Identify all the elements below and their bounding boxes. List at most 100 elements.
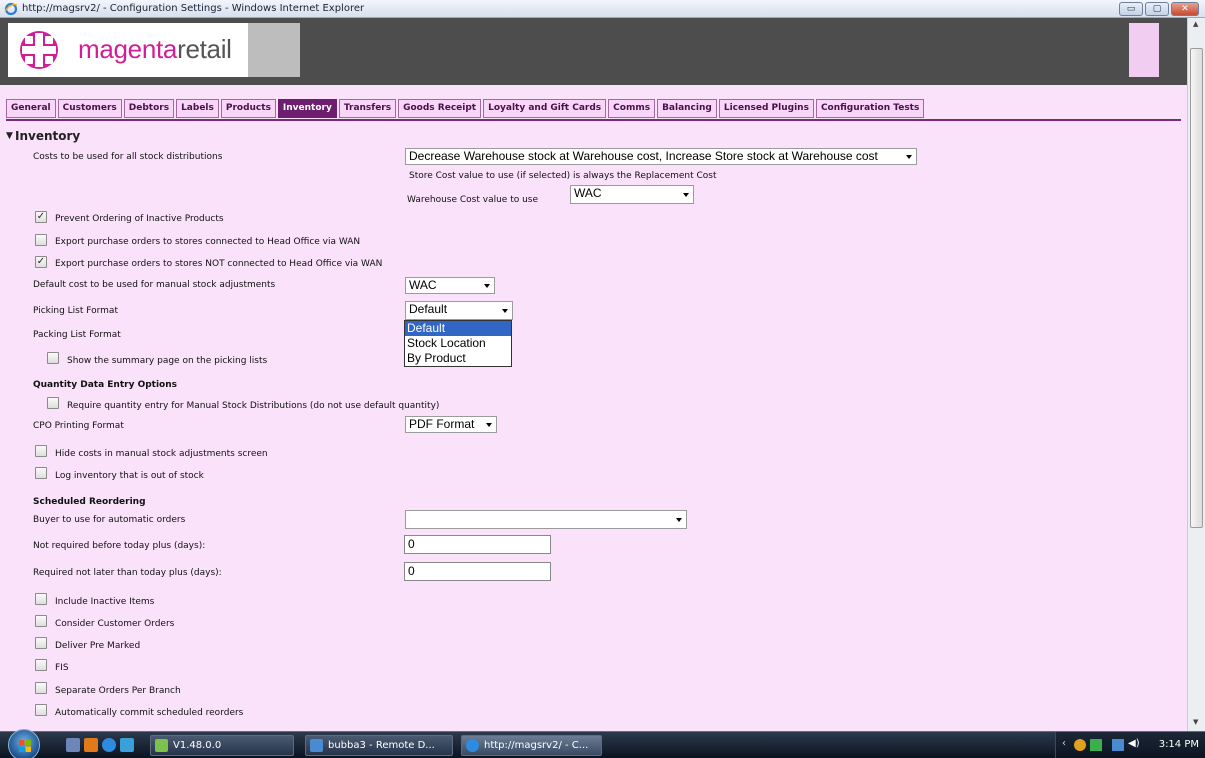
- log-inventory-checkbox[interactable]: [35, 467, 47, 479]
- window-titlebar: http://magsrv2/ - Configuration Settings…: [0, 0, 1205, 18]
- export-not-wan-checkbox[interactable]: ✓: [35, 256, 47, 268]
- prevent-ordering-label: Prevent Ordering of Inactive Products: [55, 214, 224, 224]
- banner-gray-block: [248, 23, 300, 77]
- default-cost-select[interactable]: WAC: [405, 277, 495, 294]
- show-summary-label: Show the summary page on the picking lis…: [67, 356, 268, 366]
- export-not-wan-label: Export purchase orders to stores NOT con…: [55, 259, 383, 269]
- app-icon: [155, 739, 168, 752]
- default-cost-value: WAC: [409, 278, 437, 292]
- chevron-down-icon: [683, 193, 689, 197]
- warehouse-cost-select[interactable]: WAC: [570, 185, 694, 204]
- not-required-days-input[interactable]: 0: [404, 535, 551, 554]
- hide-costs-label: Hide costs in manual stock adjustments s…: [55, 449, 268, 459]
- taskbar-item-label: V1.48.0.0: [173, 740, 222, 751]
- deliver-pre-marked-checkbox[interactable]: [35, 637, 47, 649]
- show-desktop-icon[interactable]: [66, 738, 80, 752]
- tab-products[interactable]: Products: [220, 99, 276, 118]
- scroll-down-arrow-icon[interactable]: ▼: [1193, 718, 1198, 726]
- scheduled-reordering-heading: Scheduled Reordering: [33, 497, 146, 507]
- maximize-button[interactable]: ▢: [1145, 2, 1169, 16]
- include-inactive-label: Include Inactive Items: [55, 597, 155, 607]
- switch-windows-icon[interactable]: [120, 738, 134, 752]
- export-wan-checkbox[interactable]: [35, 234, 47, 246]
- tab-goods-receipt[interactable]: Goods Receipt: [398, 99, 482, 118]
- tab-debtors[interactable]: Debtors: [123, 99, 175, 118]
- buyer-select[interactable]: [405, 510, 687, 529]
- cpo-format-select[interactable]: PDF Format: [405, 416, 497, 433]
- warehouse-cost-label: Warehouse Cost value to use: [407, 195, 539, 205]
- costs-select-value: Decrease Warehouse stock at Warehouse co…: [409, 149, 878, 163]
- banner-accent-block: [1129, 23, 1159, 77]
- taskbar-item-label: bubba3 - Remote D...: [328, 740, 435, 751]
- dropdown-option-stock-location[interactable]: Stock Location: [405, 336, 511, 351]
- fis-label: FIS: [55, 663, 69, 673]
- chevron-down-icon: [484, 284, 490, 288]
- minimize-button[interactable]: ▭: [1119, 2, 1143, 16]
- auto-commit-checkbox[interactable]: [35, 704, 47, 716]
- export-wan-label: Export purchase orders to stores connect…: [55, 237, 361, 247]
- separate-orders-checkbox[interactable]: [35, 682, 47, 694]
- chevron-down-icon: [676, 518, 682, 522]
- collapse-triangle-icon[interactable]: ▼: [6, 131, 13, 141]
- consider-customer-orders-checkbox[interactable]: [35, 615, 47, 627]
- deliver-pre-marked-label: Deliver Pre Marked: [55, 641, 141, 651]
- taskbar-item-version[interactable]: V1.48.0.0: [150, 735, 294, 756]
- network-icon[interactable]: [1112, 739, 1124, 751]
- tab-labels[interactable]: Labels: [176, 99, 219, 118]
- hide-costs-checkbox[interactable]: [35, 445, 47, 457]
- internet-explorer-icon: [466, 739, 479, 752]
- tab-bar: General Customers Debtors Labels Product…: [6, 99, 925, 119]
- clock[interactable]: 3:14 PM: [1159, 739, 1199, 750]
- chevron-down-icon: [486, 423, 492, 427]
- tray-app-icon[interactable]: [1074, 739, 1086, 751]
- tab-customers[interactable]: Customers: [57, 99, 122, 118]
- tab-transfers[interactable]: Transfers: [338, 99, 397, 118]
- magenta-retail-logo-icon: [20, 31, 58, 69]
- logo: magentaretail: [8, 23, 248, 77]
- windows-taskbar: V1.48.0.0 bubba3 - Remote D... http://ma…: [0, 729, 1205, 758]
- volume-icon[interactable]: ◀): [1128, 738, 1140, 750]
- tab-loyalty-gift-cards[interactable]: Loyalty and Gift Cards: [483, 99, 607, 118]
- tab-balancing[interactable]: Balancing: [657, 99, 717, 118]
- scroll-up-arrow-icon[interactable]: ▲: [1193, 20, 1198, 28]
- costs-label: Costs to be used for all stock distribut…: [33, 152, 223, 162]
- separate-orders-label: Separate Orders Per Branch: [55, 686, 181, 696]
- brand-name-rest: retail: [177, 34, 232, 64]
- tab-divider: [6, 119, 1181, 121]
- warehouse-cost-value: WAC: [574, 186, 602, 200]
- taskbar-item-remote-desktop[interactable]: bubba3 - Remote D...: [305, 735, 453, 756]
- cpo-format-value: PDF Format: [409, 417, 475, 431]
- taskbar-item-browser[interactable]: http://magsrv2/ - C...: [461, 735, 602, 756]
- quick-launch-app-icon[interactable]: [84, 738, 98, 752]
- prevent-ordering-checkbox[interactable]: ✓: [35, 211, 47, 223]
- chevron-left-icon[interactable]: ‹: [1062, 738, 1074, 750]
- required-days-input[interactable]: 0: [404, 562, 551, 581]
- internet-explorer-icon[interactable]: [102, 738, 116, 752]
- show-summary-checkbox[interactable]: [47, 352, 59, 364]
- required-label: Required not later than today plus (days…: [33, 568, 222, 578]
- packing-list-label: Packing List Format: [33, 330, 121, 340]
- require-quantity-checkbox[interactable]: [47, 397, 59, 409]
- tab-licensed-plugins[interactable]: Licensed Plugins: [718, 99, 814, 118]
- tab-inventory[interactable]: Inventory: [277, 99, 337, 118]
- start-button[interactable]: [8, 729, 40, 758]
- scrollbar-thumb[interactable]: [1190, 48, 1203, 528]
- tab-general[interactable]: General: [6, 99, 56, 118]
- picking-list-select[interactable]: Default: [405, 301, 513, 320]
- brand-name: magentaretail: [78, 34, 232, 65]
- include-inactive-checkbox[interactable]: [35, 593, 47, 605]
- fis-checkbox[interactable]: [35, 659, 47, 671]
- remote-desktop-icon: [310, 739, 323, 752]
- dropdown-option-by-product[interactable]: By Product: [405, 351, 511, 366]
- close-button[interactable]: ✕: [1171, 2, 1199, 16]
- dropdown-option-default[interactable]: Default: [405, 321, 511, 336]
- tab-configuration-tests[interactable]: Configuration Tests: [815, 99, 925, 118]
- vertical-scrollbar[interactable]: ▲ ▼: [1187, 18, 1205, 731]
- costs-select[interactable]: Decrease Warehouse stock at Warehouse co…: [405, 148, 917, 165]
- tray-status-icon[interactable]: [1090, 739, 1102, 751]
- window-title: http://magsrv2/ - Configuration Settings…: [22, 3, 365, 14]
- tab-comms[interactable]: Comms: [608, 99, 656, 118]
- auto-commit-label: Automatically commit scheduled reorders: [55, 708, 244, 718]
- page-viewport: magentaretail General Customers Debtors …: [0, 18, 1187, 731]
- require-quantity-label: Require quantity entry for Manual Stock …: [67, 401, 440, 411]
